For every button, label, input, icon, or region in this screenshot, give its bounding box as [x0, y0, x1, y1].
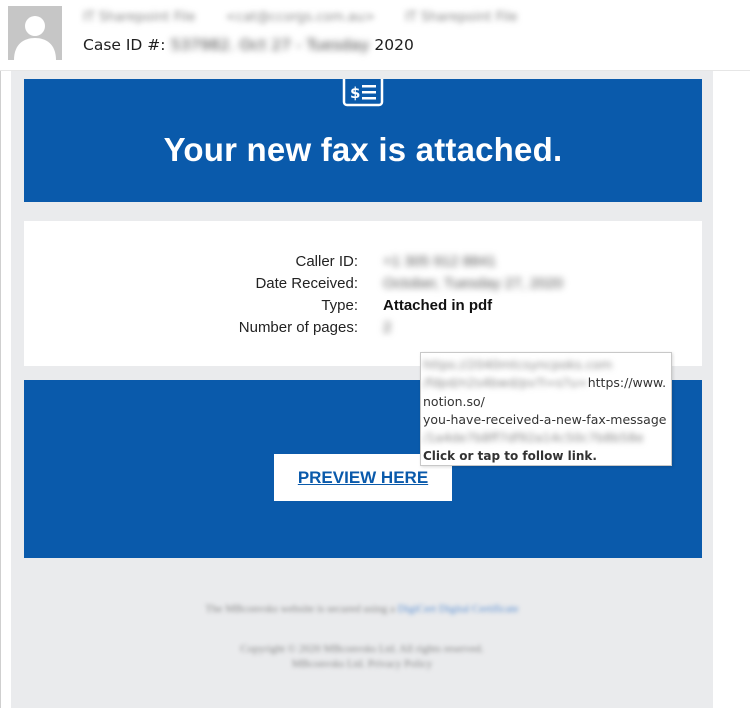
- sender-name: IT Sharepoint File: [83, 10, 196, 25]
- svg-text:$: $: [350, 84, 360, 102]
- detail-row-date-received: Date Received: October, Tuesday 27, 2020: [24, 275, 702, 297]
- detail-label: Type:: [321, 297, 358, 314]
- reading-pane-border: [0, 71, 1, 708]
- subject-suffix: 2020: [374, 36, 414, 54]
- sender-email: <cat@ccorgs.com.au>: [225, 10, 376, 25]
- detail-value: 2: [383, 319, 392, 336]
- footer-secure-text: The MBconvsks website is secured using a: [205, 603, 395, 615]
- link-tooltip: https://2040mtcsyncpoks.com /fdpd/n2s4bw…: [420, 352, 672, 466]
- fax-details-card: Caller ID: +1 305 912 8841 Date Received…: [24, 221, 702, 366]
- tooltip-url-fragment: https://www.: [587, 375, 667, 390]
- detail-label: Date Received:: [255, 275, 358, 292]
- fax-banner: $ Your new fax is attached.: [24, 73, 702, 202]
- detail-value: +1 305 912 8841: [383, 253, 497, 270]
- tooltip-url-line: you-have-received-a-new-fax-message: [423, 412, 667, 427]
- footer-privacy[interactable]: MBconvsks Ltd. Privacy Policy: [11, 658, 713, 670]
- avatar: [8, 6, 62, 60]
- detail-row-pages: Number of pages: 2: [24, 319, 702, 341]
- invoice-dollar-icon: $: [342, 73, 384, 107]
- detail-value: Attached in pdf: [383, 297, 493, 314]
- detail-row-type: Type: Attached in pdf: [24, 297, 702, 319]
- tooltip-url-line: https://2040mtcsyncpoks.com: [423, 357, 613, 372]
- banner-title: Your new fax is attached.: [163, 131, 563, 168]
- subject-redacted: 537982. Oct 27 - Tuesday: [170, 36, 370, 54]
- detail-row-caller-id: Caller ID: +1 305 912 8841: [24, 253, 702, 275]
- person-icon: [8, 6, 62, 60]
- footer-certificate-link[interactable]: DigiCert Digital Certificate: [398, 603, 519, 615]
- footer-secure-notice: The MBconvsks website is secured using a…: [11, 603, 713, 615]
- email-header: IT Sharepoint File <cat@ccorgs.com.au> IT …: [0, 0, 750, 71]
- detail-label: Number of pages:: [238, 319, 358, 336]
- subject-prefix: Case ID #:: [83, 36, 166, 54]
- tooltip-url-line: /1a4de7b8ff7df92a14c50c7b8b58e: [423, 430, 644, 445]
- email-view: IT Sharepoint File <cat@ccorgs.com.au> IT …: [0, 0, 750, 708]
- tooltip-url-line: /fdpd/n2s4bwd/pv?l=s?u=https://www.: [423, 375, 666, 390]
- tooltip-url-line: notion.so/: [423, 394, 485, 409]
- tooltip-follow-hint: Click or tap to follow link.: [423, 449, 597, 463]
- detail-label: Caller ID:: [295, 253, 358, 270]
- sender-line: IT Sharepoint File <cat@ccorgs.com.au> IT …: [83, 10, 548, 25]
- sender-tag: IT Sharepoint File: [405, 10, 518, 25]
- detail-value: October, Tuesday 27, 2020: [383, 275, 564, 292]
- email-subject: Case ID #: 537982. Oct 27 - Tuesday 2020: [83, 36, 414, 54]
- footer-copyright: Copyright © 2020 MBconvsks Ltd. All righ…: [240, 643, 484, 655]
- tooltip-url-fragment: /fdpd/n2s4bwd/pv?l=s?u=: [423, 375, 588, 390]
